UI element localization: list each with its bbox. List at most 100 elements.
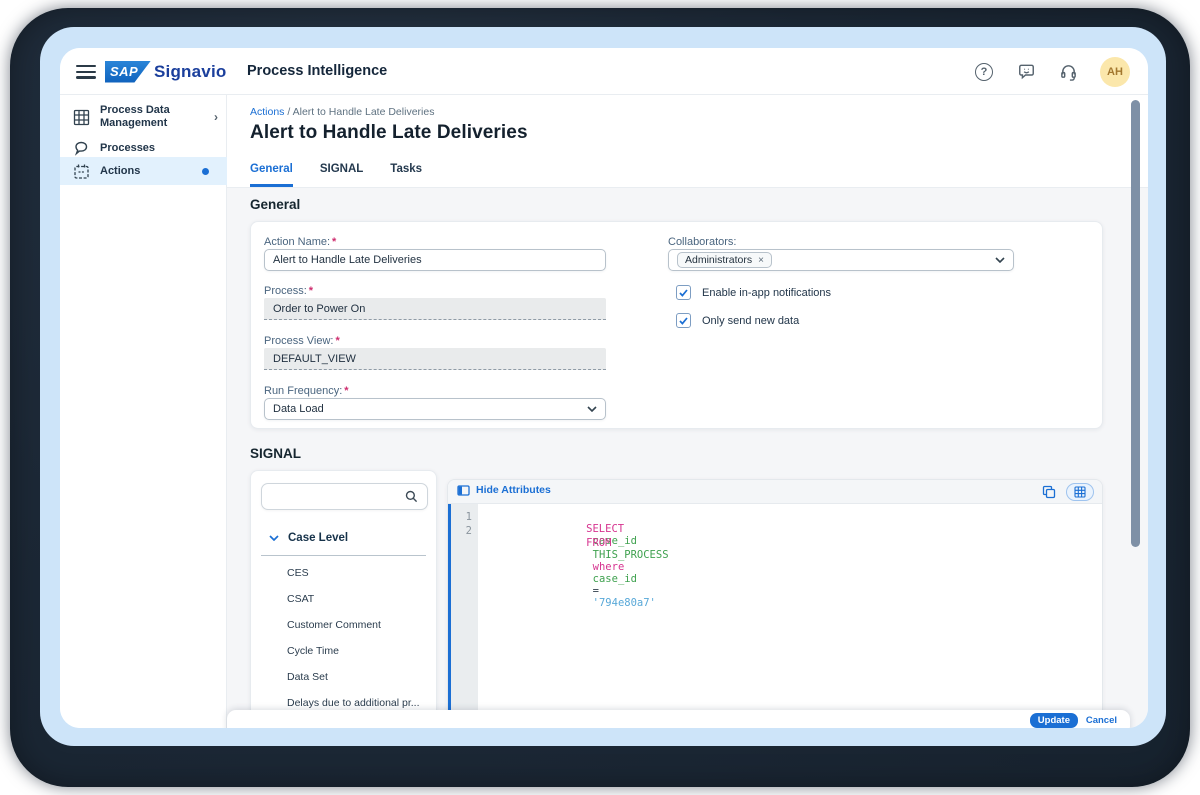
sql-identifier: THIS_PROCESS	[593, 549, 669, 561]
process-field: Order to Power On	[264, 298, 606, 320]
attribute-item[interactable]: Cycle Time	[287, 645, 339, 657]
collaborator-tag: Administrators ×	[677, 252, 772, 268]
content-body: General Action Name:* Process:* Order to…	[227, 189, 1148, 728]
hide-attributes-toggle[interactable]: Hide Attributes	[457, 484, 551, 496]
topbar: SAP Signavio Process Intelligence ?	[60, 48, 1148, 95]
tab-tasks[interactable]: Tasks	[390, 163, 422, 187]
line-number: 1	[451, 511, 478, 525]
sap-logo-shape: SAP	[105, 61, 151, 83]
breadcrumb-current: Alert to Handle Late Deliveries	[293, 106, 435, 118]
collaborators-select[interactable]: Administrators ×	[668, 249, 1014, 271]
group-label: Case Level	[288, 532, 348, 544]
content-header: Actions / Alert to Handle Late Deliverie…	[227, 95, 1148, 188]
editor-body[interactable]: 1 SELECT case_id 2 FROM THIS_PROCESS	[448, 504, 1102, 728]
update-button[interactable]: Update	[1030, 713, 1078, 728]
attribute-item[interactable]: Data Set	[287, 671, 328, 683]
app-window: SAP Signavio Process Intelligence ?	[60, 48, 1148, 728]
processes-icon	[73, 140, 90, 157]
action-name-input[interactable]	[264, 249, 606, 271]
tab-bar: General SIGNAL Tasks	[250, 163, 422, 187]
tab-signal[interactable]: SIGNAL	[320, 163, 363, 187]
attributes-panel: Case Level CES CSAT Customer Comment Cyc…	[250, 470, 437, 728]
search-icon	[405, 490, 418, 503]
run-frequency-label: Run Frequency:*	[264, 385, 349, 397]
checkbox-checked-icon	[676, 285, 691, 300]
line-number: 2	[451, 525, 478, 539]
required-marker: *	[344, 385, 348, 397]
side-panel-icon	[457, 485, 470, 496]
signal-editor: Hide Attributes	[447, 479, 1103, 728]
chevron-down-icon	[587, 406, 597, 412]
code-line: 2 FROM THIS_PROCESS where case_id = '794…	[451, 525, 1102, 539]
signavio-brand-text: Signavio	[154, 62, 226, 82]
table-icon	[1074, 486, 1086, 498]
collaborators-label: Collaborators:	[668, 236, 736, 248]
feedback-icon[interactable]	[1016, 62, 1036, 82]
breadcrumb: Actions / Alert to Handle Late Deliverie…	[250, 106, 434, 118]
help-icon[interactable]: ?	[974, 62, 994, 82]
process-view-label: Process View:*	[264, 335, 340, 347]
required-marker: *	[309, 285, 313, 297]
attribute-item[interactable]: Customer Comment	[287, 619, 381, 631]
general-card: Action Name:* Process:* Order to Power O…	[250, 221, 1103, 429]
checkbox-checked-icon	[676, 313, 691, 328]
sidebar-item-process-data-management[interactable]: Process Data Management ›	[60, 100, 227, 134]
chevron-down-icon	[995, 257, 1005, 263]
data-grid-icon	[73, 109, 90, 126]
sidebar-item-label: Processes	[100, 142, 198, 155]
copy-icon[interactable]	[1042, 485, 1056, 499]
main-content: Actions / Alert to Handle Late Deliverie…	[227, 95, 1148, 728]
menu-icon[interactable]	[76, 65, 96, 79]
sap-logo-text: SAP	[105, 64, 138, 79]
topbar-actions: ?	[974, 48, 1130, 95]
breadcrumb-separator: /	[287, 106, 290, 118]
attributes-search-input[interactable]	[261, 483, 428, 510]
attribute-item[interactable]: Delays due to additional pr...	[287, 697, 420, 709]
divider	[261, 555, 426, 556]
cancel-button[interactable]: Cancel	[1086, 715, 1117, 726]
sql-identifier: case_id	[593, 573, 637, 585]
attribute-item[interactable]: CSAT	[287, 593, 314, 605]
required-marker: *	[332, 236, 336, 248]
tab-general[interactable]: General	[250, 163, 293, 187]
case-level-group-toggle[interactable]: Case Level	[269, 532, 348, 544]
user-avatar[interactable]: AH	[1100, 57, 1130, 87]
sap-signavio-logo[interactable]: SAP Signavio	[105, 60, 226, 83]
footer-action-bar: Update Cancel	[227, 710, 1130, 728]
checkbox-label: Enable in-app notifications	[702, 287, 831, 299]
sql-keyword: FROM	[586, 537, 611, 549]
required-marker: *	[336, 335, 340, 347]
sidebar-item-actions[interactable]: Actions	[60, 157, 227, 185]
sidebar-item-label: Process Data Management	[100, 104, 198, 130]
table-view-button[interactable]	[1066, 483, 1094, 501]
app-title: Process Intelligence	[247, 63, 387, 79]
enable-notifications-checkbox-row[interactable]: Enable in-app notifications	[676, 285, 831, 300]
editor-actions	[1042, 483, 1094, 501]
action-name-label: Action Name:*	[264, 236, 336, 248]
chevron-right-icon: ›	[214, 110, 218, 124]
vertical-scrollbar[interactable]	[1131, 100, 1140, 547]
sidebar-item-label: Actions	[100, 165, 198, 178]
code-line: 1 SELECT case_id	[451, 511, 1102, 525]
general-section-heading: General	[250, 197, 300, 212]
attribute-item[interactable]: CES	[287, 567, 309, 579]
sidebar: Process Data Management › Processes	[60, 95, 227, 728]
process-label: Process:*	[264, 285, 313, 297]
sql-keyword: where	[593, 561, 625, 573]
only-new-data-checkbox-row[interactable]: Only send new data	[676, 313, 799, 328]
notification-dot	[202, 168, 209, 175]
sql-operator: =	[593, 585, 599, 597]
checkbox-label: Only send new data	[702, 315, 799, 327]
sql-string: '794e80a7'	[593, 597, 656, 609]
signal-section-heading: SIGNAL	[250, 446, 301, 461]
chevron-down-icon	[269, 535, 279, 541]
remove-tag-icon[interactable]: ×	[758, 255, 764, 266]
editor-header: Hide Attributes	[448, 480, 1102, 504]
process-view-field: DEFAULT_VIEW	[264, 348, 606, 370]
breadcrumb-actions-link[interactable]: Actions	[250, 106, 284, 118]
actions-calendar-icon	[73, 163, 90, 180]
run-frequency-select[interactable]: Data Load	[264, 398, 606, 420]
screenshot-stage: SAP Signavio Process Intelligence ?	[0, 0, 1200, 795]
page-title: Alert to Handle Late Deliveries	[250, 122, 528, 144]
support-headset-icon[interactable]	[1058, 62, 1078, 82]
